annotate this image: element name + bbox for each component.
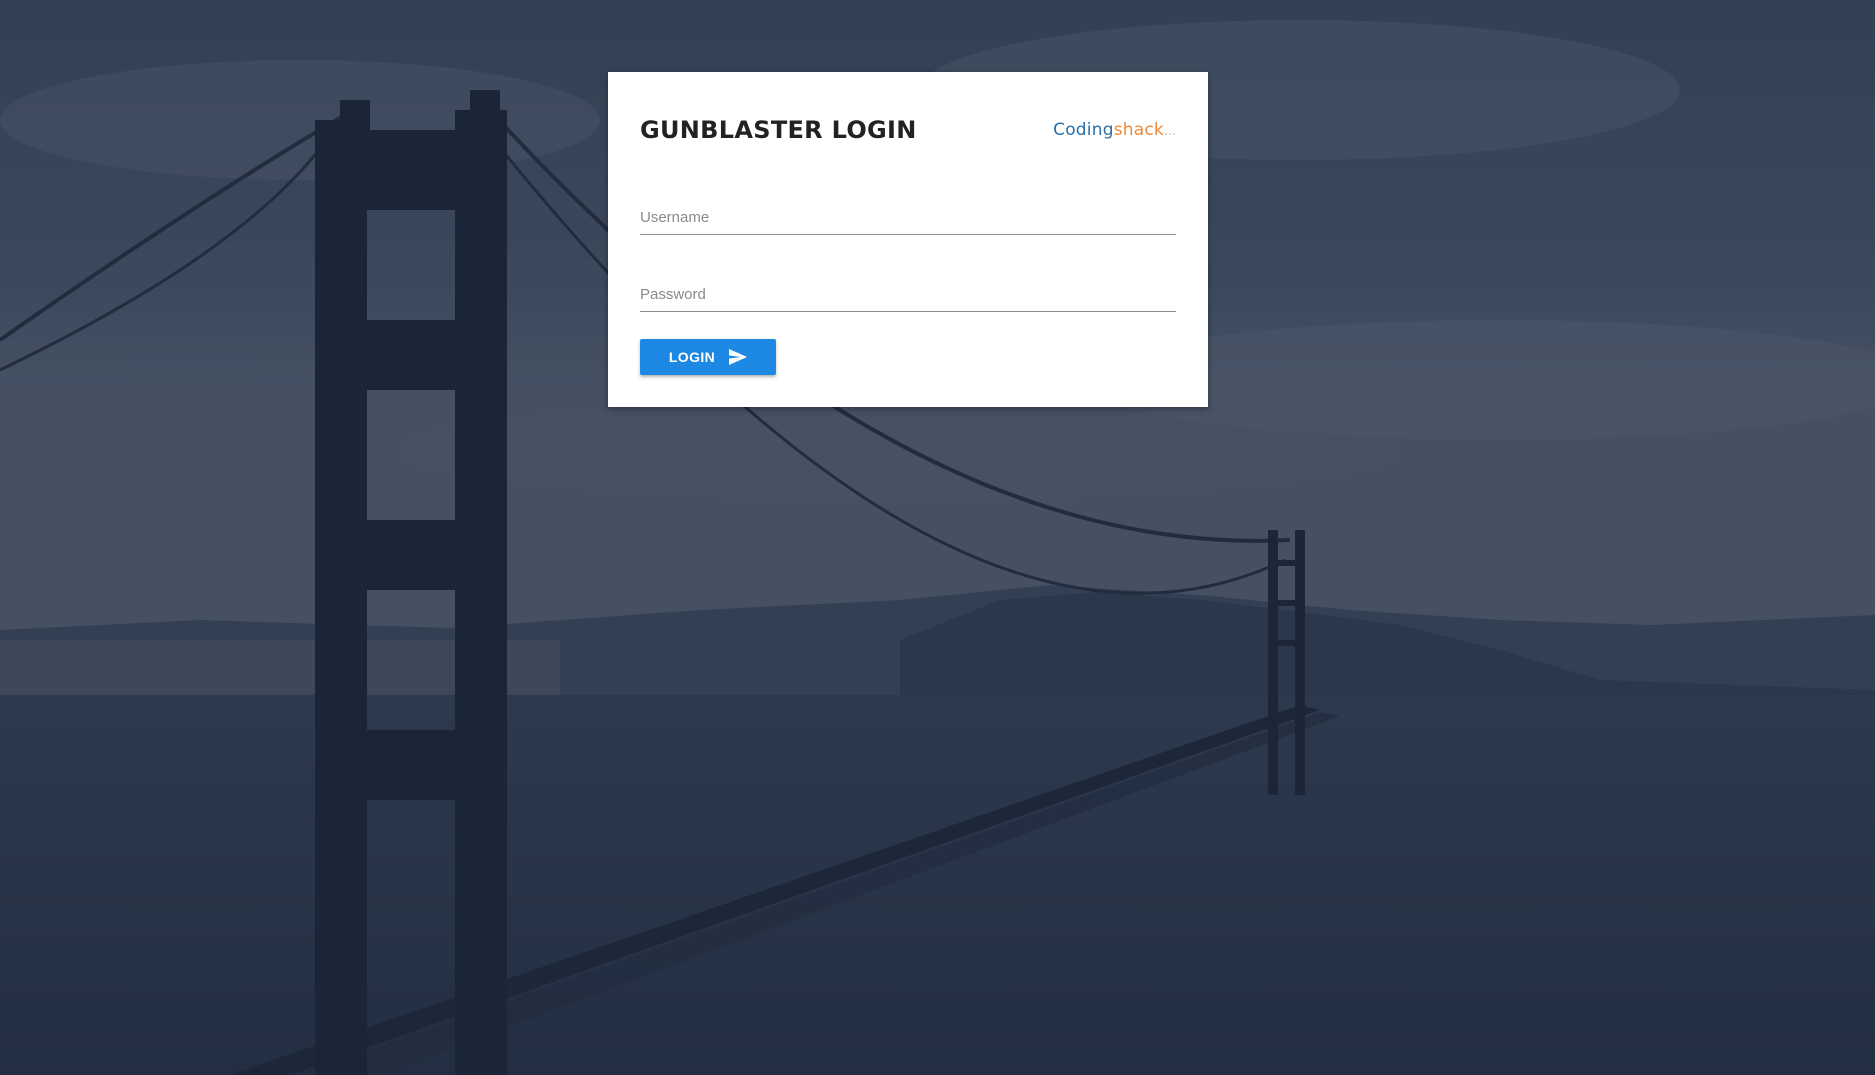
- brand-logo: Codingshack...: [1053, 120, 1176, 140]
- password-input[interactable]: [640, 283, 1176, 305]
- login-button-label: LOGIN: [668, 349, 716, 365]
- page-title: GUNBLASTER LOGIN: [640, 116, 917, 144]
- username-field-wrapper: [640, 192, 1176, 235]
- brand-part2: shack: [1113, 120, 1164, 140]
- username-input[interactable]: [640, 206, 1176, 228]
- send-icon: [729, 349, 748, 365]
- brand-part1: Coding: [1053, 120, 1114, 140]
- login-button[interactable]: LOGIN: [640, 339, 776, 375]
- login-card: GUNBLASTER LOGIN Codingshack... LOGIN: [608, 72, 1208, 407]
- card-header: GUNBLASTER LOGIN Codingshack...: [640, 72, 1176, 192]
- brand-suffix: ...: [1163, 124, 1176, 138]
- password-field-wrapper: [640, 269, 1176, 312]
